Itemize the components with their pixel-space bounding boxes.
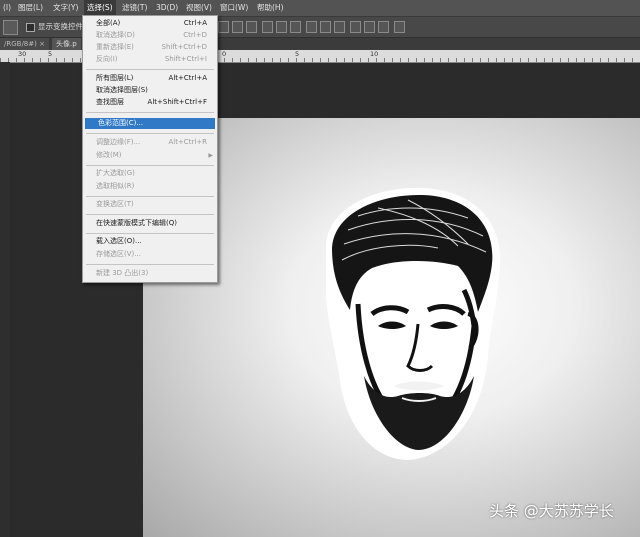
- menu-item-filter[interactable]: 滤镜(T): [119, 0, 150, 16]
- menu-item-label: 载入选区(O)...: [96, 237, 142, 245]
- menu-item-save-selection[interactable]: 存储选区(V)...: [83, 249, 217, 260]
- menu-item-transform-selection[interactable]: 变换选区(T): [83, 199, 217, 210]
- ruler-number: 5: [48, 50, 53, 58]
- menu-separator: [86, 69, 214, 70]
- select-menu-dropdown: 全部(A) Ctrl+A 取消选择(D) Ctrl+D 重新选择(E) Shif…: [82, 15, 218, 283]
- menu-separator: [86, 165, 214, 166]
- align-left-icon[interactable]: [262, 21, 273, 33]
- menu-item-shortcut: Shift+Ctrl+I: [164, 55, 207, 63]
- menu-item-label: 存储选区(V)...: [96, 250, 141, 258]
- menu-item-3d[interactable]: 3D(D): [153, 0, 181, 16]
- menu-item-view[interactable]: 视图(V): [183, 0, 215, 16]
- align-top-icon[interactable]: [218, 21, 229, 33]
- menu-item-similar[interactable]: 选取相似(R): [83, 181, 217, 192]
- menu-item-label: 调整边缘(F)...: [96, 138, 141, 146]
- document-tab-2[interactable]: 头像.p: [52, 38, 81, 50]
- ruler-number: 5: [295, 50, 300, 58]
- ruler-number: 10: [370, 50, 379, 58]
- menu-item-label: 所有图层(L): [96, 74, 134, 82]
- menu-item-label: 取消选择(D): [96, 31, 135, 39]
- menu-item-load-selection[interactable]: 载入选区(O)...: [83, 236, 217, 247]
- menu-item-all-layers[interactable]: 所有图层(L) Alt+Ctrl+A: [83, 73, 217, 84]
- align-bottom-icon[interactable]: [246, 21, 257, 33]
- menu-item-type[interactable]: 文字(Y): [50, 0, 81, 16]
- menu-separator: [86, 264, 214, 265]
- menu-item-help[interactable]: 帮助(H): [254, 0, 287, 16]
- menu-item-shortcut: Alt+Ctrl+A: [168, 74, 207, 82]
- align-hcenter-icon[interactable]: [276, 21, 287, 33]
- portrait-image: [326, 187, 501, 460]
- menu-item-deselect[interactable]: 取消选择(D) Ctrl+D: [83, 30, 217, 41]
- menu-item-find-layers[interactable]: 查找图层 Alt+Shift+Ctrl+F: [83, 97, 217, 108]
- menu-item-reselect[interactable]: 重新选择(E) Shift+Ctrl+D: [83, 42, 217, 53]
- menu-item-shortcut: Ctrl+A: [183, 19, 207, 27]
- menu-item-inverse[interactable]: 反向(I) Shift+Ctrl+I: [83, 54, 217, 65]
- vertical-ruler: [0, 62, 10, 537]
- menu-item-shortcut: Alt+Ctrl+R: [168, 138, 207, 146]
- menu-item-layer[interactable]: 图层(L): [15, 0, 46, 16]
- menu-item-label: 取消选择图层(S): [96, 86, 148, 94]
- menu-separator: [86, 214, 214, 215]
- menu-separator: [86, 233, 214, 234]
- menu-item-color-range[interactable]: 色彩范围(C)...: [85, 118, 215, 129]
- menu-item-image[interactable]: (I): [0, 0, 14, 16]
- menu-item-select[interactable]: 选择(S): [84, 0, 116, 16]
- submenu-arrow-icon: ▶: [208, 152, 213, 159]
- menu-item-refine-edge[interactable]: 调整边缘(F)... Alt+Ctrl+R: [83, 137, 217, 148]
- menu-item-select-all[interactable]: 全部(A) Ctrl+A: [83, 18, 217, 29]
- show-transform-controls-label: 显示变换控件: [38, 22, 83, 31]
- document-tab-1[interactable]: /RGB/8#) ×: [0, 38, 49, 50]
- menu-item-label: 色彩范围(C)...: [98, 119, 144, 127]
- menu-item-window[interactable]: 窗口(W): [217, 0, 251, 16]
- menu-item-label: 反向(I): [96, 55, 118, 63]
- menu-item-label: 查找图层: [96, 98, 124, 106]
- align-vcenter-icon[interactable]: [232, 21, 243, 33]
- menu-item-label: 选取相似(R): [96, 182, 135, 190]
- menu-item-shortcut: Ctrl+D: [183, 31, 207, 39]
- menu-item-new-3d-extrusion[interactable]: 新建 3D 凸出(3): [83, 268, 217, 279]
- distribute-bottom-icon[interactable]: [334, 21, 345, 33]
- menu-separator: [86, 112, 214, 113]
- distribute-hcenter-icon[interactable]: [364, 21, 375, 33]
- distribute-left-icon[interactable]: [350, 21, 361, 33]
- menu-item-label: 重新选择(E): [96, 43, 134, 51]
- move-tool-icon[interactable]: [3, 20, 18, 35]
- distribute-right-icon[interactable]: [378, 21, 389, 33]
- distribute-top-icon[interactable]: [306, 21, 317, 33]
- auto-align-icon[interactable]: [394, 21, 405, 33]
- menu-item-label: 扩大选取(G): [96, 169, 135, 177]
- ruler-number: 30: [18, 50, 27, 58]
- menu-item-label: 全部(A): [96, 19, 121, 27]
- align-right-icon[interactable]: [290, 21, 301, 33]
- menu-item-quick-mask[interactable]: 在快速蒙版模式下编辑(Q): [83, 218, 217, 229]
- menu-item-label: 修改(M): [96, 151, 122, 159]
- menu-item-shortcut: Shift+Ctrl+D: [161, 43, 208, 51]
- watermark-text: 头条 @大苏苏学长: [489, 502, 614, 520]
- menu-item-shortcut: Alt+Shift+Ctrl+F: [147, 98, 207, 106]
- menu-item-label: 在快速蒙版模式下编辑(Q): [96, 219, 177, 227]
- menu-item-label: 新建 3D 凸出(3): [96, 269, 149, 277]
- menu-item-grow[interactable]: 扩大选取(G): [83, 168, 217, 179]
- ruler-number: 0: [222, 50, 227, 58]
- menu-item-label: 变换选区(T): [96, 200, 134, 208]
- menu-separator: [86, 196, 214, 197]
- menu-item-deselect-layers[interactable]: 取消选择图层(S): [83, 85, 217, 96]
- menu-separator: [86, 133, 214, 134]
- menu-item-modify[interactable]: 修改(M) ▶: [83, 150, 217, 161]
- distribute-vcenter-icon[interactable]: [320, 21, 331, 33]
- show-transform-controls-checkbox[interactable]: [26, 23, 35, 32]
